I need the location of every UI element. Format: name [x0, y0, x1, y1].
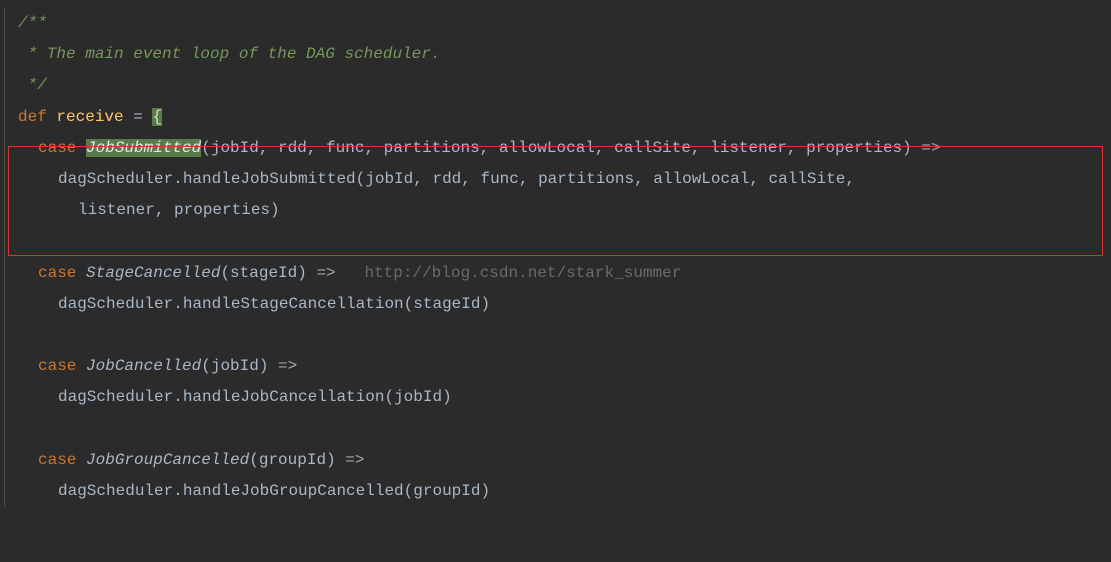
keyword-case: case: [38, 357, 76, 375]
comment-open: /**: [18, 14, 47, 32]
class-jobcancelled: JobCancelled: [86, 357, 201, 375]
space: [76, 451, 86, 469]
code-line: def receive = {: [0, 102, 1111, 133]
code-line: case JobSubmitted(jobId, rdd, func, part…: [0, 133, 1111, 164]
code-line: listener, properties): [0, 195, 1111, 226]
code-line: */: [0, 70, 1111, 101]
equals-op: =: [124, 108, 153, 126]
keyword-case: case: [38, 139, 76, 157]
code-line: /**: [0, 8, 1111, 39]
code-line: dagScheduler.handleJobSubmitted(jobId, r…: [0, 164, 1111, 195]
method-call: dagScheduler.handleJobGroupCancelled(gro…: [58, 482, 490, 500]
code-line: dagScheduler.handleStageCancellation(sta…: [0, 289, 1111, 320]
method-call: dagScheduler.handleStageCancellation(sta…: [58, 295, 490, 313]
class-jobgroupcancelled: JobGroupCancelled: [86, 451, 249, 469]
method-call: dagScheduler.handleJobCancellation(jobId…: [58, 388, 452, 406]
params: (groupId): [249, 451, 345, 469]
params: (stageId): [220, 264, 316, 282]
space: [76, 139, 86, 157]
class-jobsubmitted: JobSubmitted: [86, 139, 201, 157]
space: [336, 264, 365, 282]
space: [76, 357, 86, 375]
arrow-op: =>: [921, 139, 940, 157]
blank-line: [0, 413, 1111, 444]
keyword-case: case: [38, 451, 76, 469]
keyword-def: def: [18, 108, 47, 126]
comment-close: */: [18, 76, 47, 94]
class-stagecancelled: StageCancelled: [86, 264, 220, 282]
code-line: * The main event loop of the DAG schedul…: [0, 39, 1111, 70]
open-brace: {: [152, 108, 162, 126]
keyword-case: case: [38, 264, 76, 282]
arrow-op: =>: [345, 451, 364, 469]
code-line: dagScheduler.handleJobCancellation(jobId…: [0, 382, 1111, 413]
arrow-op: =>: [278, 357, 297, 375]
code-line: case JobGroupCancelled(groupId) =>: [0, 445, 1111, 476]
code-line: case JobCancelled(jobId) =>: [0, 351, 1111, 382]
blank-line: [0, 320, 1111, 351]
method-call-cont: listener, properties): [78, 201, 280, 219]
comment-text: * The main event loop of the DAG schedul…: [18, 45, 440, 63]
method-call: dagScheduler.handleJobSubmitted(jobId, r…: [58, 170, 855, 188]
space: [47, 108, 57, 126]
code-line: dagScheduler.handleJobGroupCancelled(gro…: [0, 476, 1111, 507]
code-editor[interactable]: /** * The main event loop of the DAG sch…: [0, 8, 1111, 507]
method-name: receive: [56, 108, 123, 126]
params: (jobId, rdd, func, partitions, allowLoca…: [201, 139, 921, 157]
blank-line: [0, 226, 1111, 257]
code-line: case StageCancelled(stageId) => http://b…: [0, 258, 1111, 289]
params: (jobId): [201, 357, 278, 375]
space: [76, 264, 86, 282]
arrow-op: =>: [316, 264, 335, 282]
watermark-text: http://blog.csdn.net/stark_summer: [364, 264, 681, 282]
